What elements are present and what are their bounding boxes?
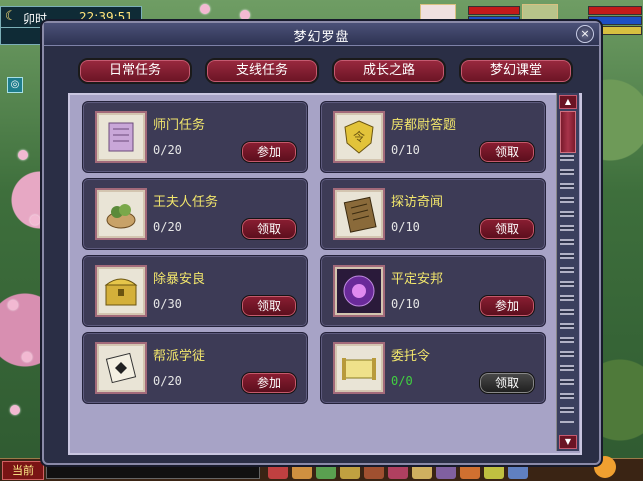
task-icon-frame [333, 342, 385, 394]
svg-text:令: 令 [353, 129, 365, 144]
treasure-chest-icon [104, 278, 138, 306]
orb-icon [343, 275, 375, 307]
close-button[interactable]: × [576, 25, 594, 43]
task-card: 王夫人任务 0/20 领取 [82, 178, 308, 250]
scroll-up-button[interactable]: ▲ [559, 95, 577, 109]
task-progress: 0/30 [153, 297, 182, 311]
scroll-down-button[interactable]: ▼ [559, 435, 577, 449]
blossom [22, 352, 32, 362]
task-icon-frame [95, 111, 147, 163]
scroll-icon [108, 122, 134, 152]
task-claim-button[interactable]: 领取 [479, 372, 535, 394]
bundle-icon [106, 204, 136, 229]
task-claim-button[interactable]: 领取 [241, 295, 297, 317]
tab-daily-tasks[interactable]: 日常任务 [78, 58, 192, 84]
task-card: 令 房都尉答题 0/10 领取 [320, 101, 546, 173]
blossom [30, 215, 40, 225]
task-join-button[interactable]: 参加 [479, 295, 535, 317]
task-list-scrollbar[interactable]: ▲ ▼ [556, 93, 579, 451]
task-progress: 0/10 [391, 220, 420, 234]
task-icon-frame [95, 265, 147, 317]
task-progress: 0/0 [391, 374, 413, 388]
task-progress: 0/20 [153, 220, 182, 234]
task-claim-button[interactable]: 领取 [241, 218, 297, 240]
task-card: 除暴安良 0/30 领取 [82, 255, 308, 327]
task-join-button[interactable]: 参加 [241, 372, 297, 394]
task-title: 房都尉答题 [391, 118, 457, 133]
task-card: 委托令 0/0 领取 [320, 332, 546, 404]
dialog-title: 梦幻罗盘 [293, 30, 350, 45]
task-card: 平定安邦 0/10 参加 [320, 255, 546, 327]
task-progress: 0/10 [391, 297, 420, 311]
pet-hp-bar [468, 6, 520, 15]
tablet-icon [343, 196, 377, 233]
minimap-toggle-icon[interactable]: ◎ [7, 77, 23, 93]
location-bar [0, 27, 48, 45]
task-title: 探访奇闻 [391, 195, 444, 210]
task-title: 师门任务 [153, 118, 206, 133]
blossom [18, 150, 28, 160]
tab-side-tasks[interactable]: 支线任务 [205, 58, 319, 84]
dream-compass-dialog: 梦幻罗盘 × 日常任务 支线任务 成长之路 梦幻课堂 ▲ ▼ 师门任务 0/20… [42, 21, 601, 465]
banner-icon [105, 352, 137, 384]
task-claim-button[interactable]: 领取 [479, 218, 535, 240]
task-card: 帮派学徒 0/20 参加 [82, 332, 308, 404]
tab-growth-path[interactable]: 成长之路 [332, 58, 446, 84]
task-icon-frame [333, 188, 385, 240]
shield-icon: 令 [344, 120, 374, 154]
tab-classroom[interactable]: 梦幻课堂 [459, 58, 573, 84]
task-title: 除暴安良 [153, 272, 206, 287]
scroll-thumb[interactable] [560, 111, 576, 153]
task-icon-frame: 令 [333, 111, 385, 163]
task-progress: 0/10 [391, 143, 420, 157]
task-progress: 0/20 [153, 374, 182, 388]
task-progress: 0/20 [153, 143, 182, 157]
task-join-button[interactable]: 参加 [241, 141, 297, 163]
task-title: 王夫人任务 [153, 195, 219, 210]
blossom [240, 10, 250, 20]
task-claim-button[interactable]: 领取 [479, 141, 535, 163]
edict-scroll-icon [342, 358, 376, 380]
moon-icon: ☾ [5, 9, 17, 24]
task-icon-frame [333, 265, 385, 317]
blossom [200, 4, 210, 14]
task-title: 委托令 [391, 349, 431, 364]
task-icon-frame [95, 188, 147, 240]
chat-channel-button[interactable]: 当前 [2, 461, 44, 480]
task-card: 师门任务 0/20 参加 [82, 101, 308, 173]
task-card: 探访奇闻 0/10 领取 [320, 178, 546, 250]
dialog-titlebar[interactable]: 梦幻罗盘 × [44, 23, 599, 46]
scroll-track[interactable] [560, 155, 574, 423]
task-icon-frame [95, 342, 147, 394]
blossom [8, 300, 18, 310]
player-hp-bar [588, 6, 642, 15]
task-title: 帮派学徒 [153, 349, 206, 364]
task-title: 平定安邦 [391, 272, 444, 287]
blossom [10, 405, 20, 415]
